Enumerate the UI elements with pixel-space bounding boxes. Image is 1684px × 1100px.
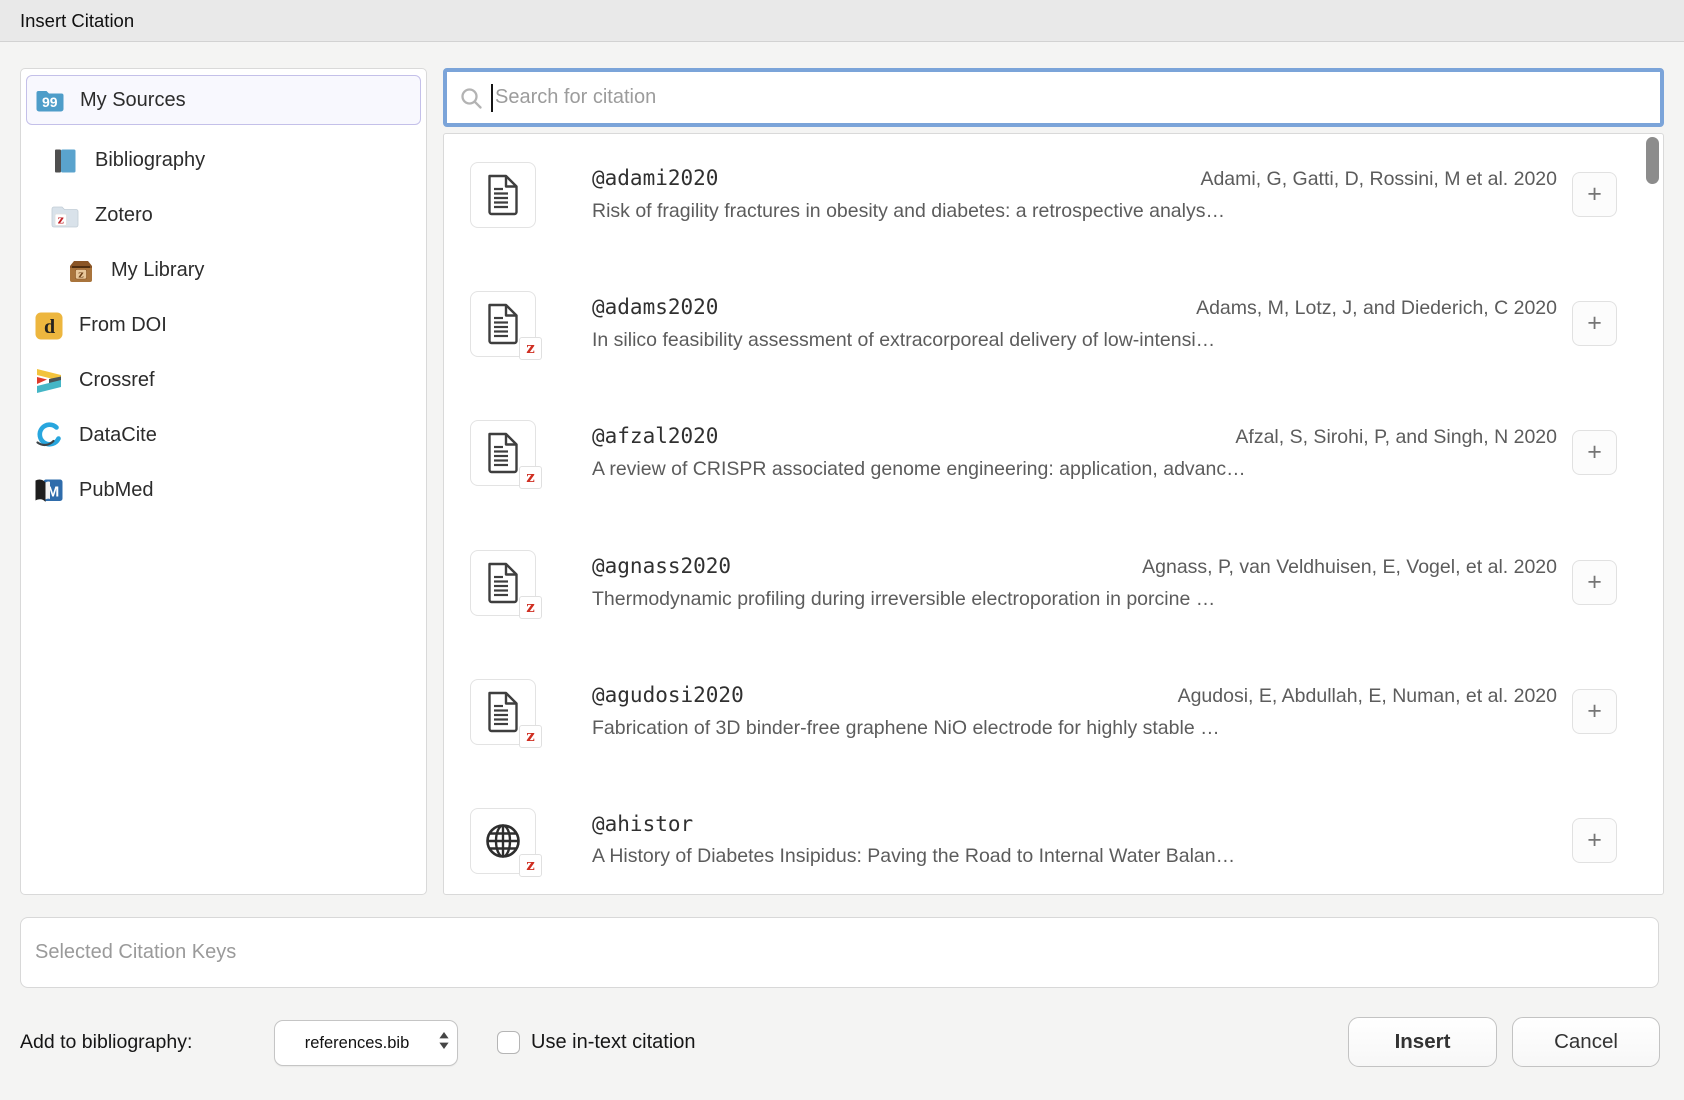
citation-authors: Adami, G, Gatti, D, Rossini, M et al. 20… bbox=[1200, 166, 1557, 192]
sidebar-item-label: DataCite bbox=[79, 424, 157, 447]
text-caret bbox=[491, 84, 493, 112]
search-placeholder: Search for citation bbox=[495, 86, 656, 109]
sidebar-item-label: My Library bbox=[111, 259, 204, 282]
citation-row[interactable]: z @ahistor A History of Diabetes Insipid… bbox=[470, 808, 1620, 874]
citation-title: Fabrication of 3D binder-free graphene N… bbox=[592, 715, 1557, 741]
citation-list: @adami2020 Adami, G, Gatti, D, Rossini, M… bbox=[443, 133, 1664, 895]
citation-row[interactable]: @adami2020 Adami, G, Gatti, D, Rossini, M… bbox=[470, 162, 1620, 228]
document-icon: z bbox=[470, 550, 536, 616]
svg-text:z: z bbox=[78, 269, 84, 280]
add-citation-button[interactable]: + bbox=[1572, 689, 1617, 734]
zotero-badge: z bbox=[519, 337, 542, 360]
citation-key: @agudosi2020 bbox=[592, 682, 744, 708]
citation-key: @agnass2020 bbox=[592, 553, 731, 579]
dialog-titlebar: Insert Citation bbox=[0, 0, 1684, 42]
citation-key: @ahistor bbox=[592, 811, 693, 837]
svg-text:z: z bbox=[58, 213, 64, 226]
sidebar-item-my-library[interactable]: z My Library bbox=[21, 243, 426, 298]
document-icon bbox=[470, 162, 536, 228]
zotero-badge: z bbox=[519, 854, 542, 877]
quotes-folder-icon: 99 bbox=[35, 85, 65, 115]
select-stepper-icon bbox=[439, 1032, 449, 1054]
crossref-icon bbox=[34, 366, 64, 396]
add-citation-button[interactable]: + bbox=[1572, 172, 1617, 217]
add-citation-button[interactable]: + bbox=[1572, 560, 1617, 605]
insert-button[interactable]: Insert bbox=[1348, 1017, 1497, 1067]
sidebar-item-label: From DOI bbox=[79, 314, 167, 337]
citation-row[interactable]: z @agnass2020 Agnass, P, van Veldhuisen, … bbox=[470, 550, 1620, 616]
document-icon: z bbox=[470, 291, 536, 357]
add-citation-button[interactable]: + bbox=[1572, 818, 1617, 863]
citation-key: @adami2020 bbox=[592, 165, 718, 191]
citation-authors: Agnass, P, van Veldhuisen, E, Vogel, et … bbox=[1142, 554, 1557, 580]
datacite-icon bbox=[34, 421, 64, 451]
bibliography-file-select[interactable]: references.bib bbox=[274, 1020, 458, 1066]
citation-title: Thermodynamic profiling during irreversi… bbox=[592, 586, 1557, 612]
sources-sidebar: 99 My Sources Bibliography z Zotero z My… bbox=[20, 68, 427, 895]
citation-authors: Agudosi, E, Abdullah, E, Numan, et al. 2… bbox=[1178, 683, 1557, 709]
selected-keys-placeholder: Selected Citation Keys bbox=[21, 918, 1658, 987]
citation-authors: Afzal, S, Sirohi, P, and Singh, N 2020 bbox=[1235, 424, 1557, 450]
search-icon bbox=[459, 86, 483, 110]
add-citation-button[interactable]: + bbox=[1572, 430, 1617, 475]
search-input[interactable]: Search for citation bbox=[443, 68, 1664, 127]
svg-text:99: 99 bbox=[42, 94, 58, 110]
zotero-badge: z bbox=[519, 725, 542, 748]
document-icon: z bbox=[470, 420, 536, 486]
sidebar-item-datacite[interactable]: DataCite bbox=[21, 408, 426, 463]
citation-key: @afzal2020 bbox=[592, 423, 718, 449]
use-in-text-citation-label[interactable]: Use in-text citation bbox=[531, 1020, 696, 1065]
sidebar-item-crossref[interactable]: Crossref bbox=[21, 353, 426, 408]
sidebar-item-from-doi[interactable]: d From DOI bbox=[21, 298, 426, 353]
citation-row[interactable]: z @agudosi2020 Agudosi, E, Abdullah, E, N… bbox=[470, 679, 1620, 745]
sidebar-item-label: Crossref bbox=[79, 369, 155, 392]
library-box-icon: z bbox=[66, 256, 96, 286]
pubmed-icon: M bbox=[34, 476, 64, 506]
book-icon bbox=[50, 146, 80, 176]
selected-citation-keys-input[interactable]: Selected Citation Keys bbox=[20, 917, 1659, 988]
use-in-text-citation-checkbox[interactable] bbox=[497, 1031, 520, 1054]
sidebar-item-zotero[interactable]: z Zotero bbox=[21, 188, 426, 243]
citation-title: A History of Diabetes Insipidus: Paving … bbox=[592, 843, 1557, 869]
scrollbar-thumb[interactable] bbox=[1646, 137, 1659, 184]
citation-title: In silico feasibility assessment of extr… bbox=[592, 327, 1557, 353]
sidebar-item-label: PubMed bbox=[79, 479, 154, 502]
zotero-badge: z bbox=[519, 466, 542, 489]
citation-authors: Adams, M, Lotz, J, and Diederich, C 2020 bbox=[1196, 295, 1557, 321]
sidebar-item-bibliography[interactable]: Bibliography bbox=[21, 133, 426, 188]
add-to-bibliography-label: Add to bibliography: bbox=[20, 1020, 192, 1065]
sidebar-item-label: My Sources bbox=[80, 89, 186, 112]
doi-icon: d bbox=[34, 311, 64, 341]
zotero-badge: z bbox=[519, 596, 542, 619]
add-citation-button[interactable]: + bbox=[1572, 301, 1617, 346]
citation-title: A review of CRISPR associated genome eng… bbox=[592, 456, 1557, 482]
citation-title: Risk of fragility fractures in obesity a… bbox=[592, 198, 1557, 224]
document-icon: z bbox=[470, 679, 536, 745]
sidebar-item-my-sources[interactable]: 99 My Sources bbox=[26, 75, 421, 125]
citation-key: @adams2020 bbox=[592, 294, 718, 320]
bibliography-file-value: references.bib bbox=[275, 1021, 457, 1065]
dialog-title: Insert Citation bbox=[0, 0, 1684, 41]
citation-row[interactable]: z @afzal2020 Afzal, S, Sirohi, P, and Sin… bbox=[470, 420, 1620, 486]
cancel-button[interactable]: Cancel bbox=[1512, 1017, 1660, 1067]
webpage-globe-icon: z bbox=[470, 808, 536, 874]
svg-text:d: d bbox=[44, 316, 55, 338]
citation-row[interactable]: z @adams2020 Adams, M, Lotz, J, and Diede… bbox=[470, 291, 1620, 357]
sidebar-item-label: Bibliography bbox=[95, 149, 205, 172]
sidebar-item-label: Zotero bbox=[95, 204, 153, 227]
zotero-folder-icon: z bbox=[50, 201, 80, 231]
sidebar-item-pubmed[interactable]: M PubMed bbox=[21, 463, 426, 518]
